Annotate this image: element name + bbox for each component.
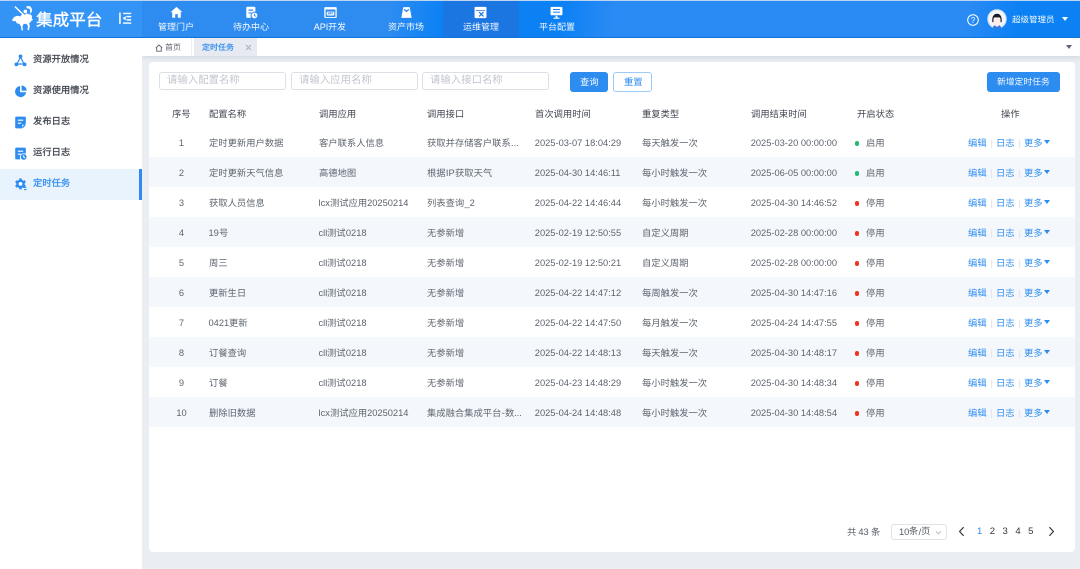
svg-text:API: API [327,12,333,16]
svg-text:?: ? [971,16,976,25]
